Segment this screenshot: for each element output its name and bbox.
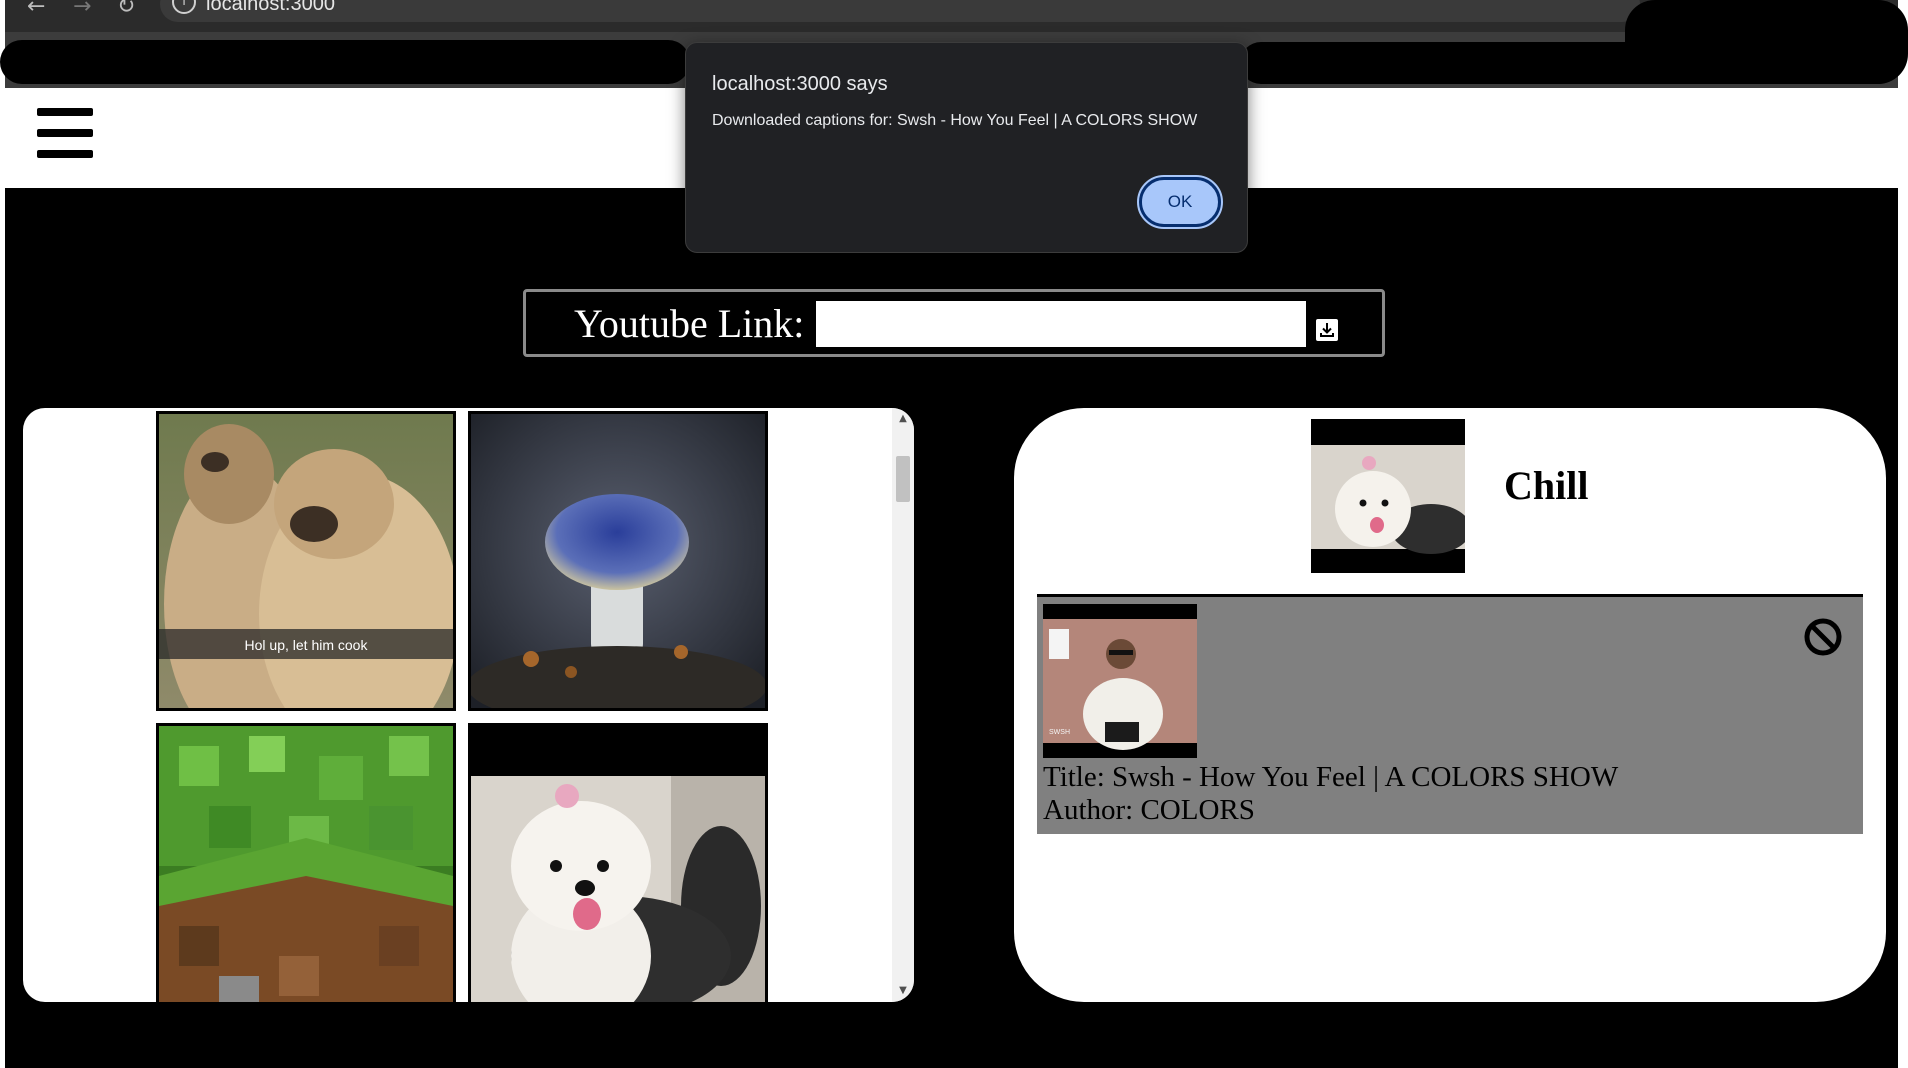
hamburger-icon[interactable] — [37, 108, 93, 158]
ok-button[interactable]: OK — [1137, 175, 1223, 229]
gallery-image-mushroom[interactable] — [468, 411, 768, 711]
song-info: Title: Swsh - How You Feel | A COLORS SH… — [1043, 761, 1618, 827]
scroll-thumb[interactable] — [896, 456, 910, 502]
marmot-caption: Hol up, let him cook — [245, 637, 369, 653]
redaction-bar-corner — [1625, 0, 1908, 84]
dialog-message: Downloaded captions for: Swsh - How You … — [712, 112, 1198, 129]
dialog-title: localhost:3000 says — [712, 73, 888, 95]
scroll-down-icon[interactable]: ▼ — [892, 980, 914, 1002]
forward-icon[interactable]: → — [73, 0, 91, 19]
download-icon — [1320, 323, 1334, 337]
back-icon[interactable]: ← — [27, 0, 45, 19]
url-text: localhost:3000 — [206, 0, 335, 15]
block-icon[interactable] — [1803, 617, 1843, 657]
playlist-panel: Chill SWSH Title: Swsh - How You Feel | … — [1014, 408, 1886, 1002]
image-gallery[interactable]: Hol up, let him cook ▲ ▼ — [23, 408, 914, 1002]
playlist-cover-image[interactable] — [1311, 419, 1465, 573]
song-thumbnail[interactable]: SWSH — [1043, 604, 1197, 758]
info-icon[interactable]: i — [172, 0, 196, 14]
reload-icon[interactable]: ↻ — [117, 0, 135, 19]
redaction-bar-left — [0, 40, 690, 84]
download-button[interactable] — [1316, 319, 1338, 341]
song-row[interactable]: SWSH Title: Swsh - How You Feel | A COLO… — [1037, 594, 1863, 834]
gallery-image-grass-block[interactable] — [156, 723, 456, 1002]
browser-toolbar: ← → ↻ i localhost:3000 — [5, 0, 1898, 32]
song-title: Title: Swsh - How You Feel | A COLORS SH… — [1043, 761, 1619, 793]
gallery-image-poodle[interactable] — [468, 723, 768, 1002]
song-author: Author: COLORS — [1043, 794, 1255, 826]
gallery-image-marmots[interactable]: Hol up, let him cook — [156, 411, 456, 711]
playlist-name: Chill — [1504, 463, 1589, 508]
alert-dialog: localhost:3000 says Downloaded captions … — [685, 42, 1248, 253]
song-thumb-text: SWSH — [1049, 729, 1070, 736]
youtube-link-input[interactable] — [816, 301, 1306, 347]
youtube-link-bar: Youtube Link: — [523, 289, 1385, 357]
youtube-link-label: Youtube Link: — [574, 301, 805, 346]
address-bar[interactable]: i localhost:3000 — [160, 0, 1640, 22]
gallery-scrollbar[interactable]: ▲ ▼ — [892, 408, 914, 1002]
scroll-up-icon[interactable]: ▲ — [892, 408, 914, 430]
